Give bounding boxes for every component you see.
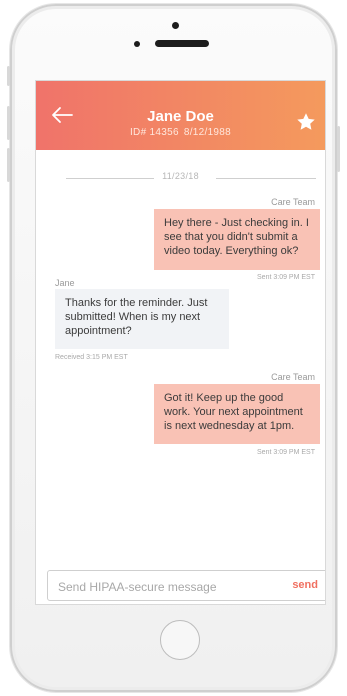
app-screen: Jane Doe ID# 14356 8/12/1988 11/23/18 Car…: [35, 80, 326, 605]
message-bubble-incoming: Thanks for the reminder. Just submitted!…: [55, 289, 229, 349]
message-sender: Care Team: [271, 372, 315, 382]
message-timestamp: Sent 3:09 PM EST: [257, 274, 315, 281]
date-divider-text: 11/23/18: [162, 171, 199, 181]
front-camera: [134, 41, 140, 47]
message-bubble-outgoing: Got it! Keep up the good work. Your next…: [154, 384, 320, 444]
message-input[interactable]: [56, 577, 270, 597]
earpiece-speaker: [155, 40, 209, 47]
date-divider-line-right: [216, 178, 316, 179]
date-divider: 11/23/18: [36, 171, 325, 185]
home-button[interactable]: [160, 620, 200, 660]
message-timestamp: Received 3:15 PM EST: [55, 354, 128, 361]
star-icon: [297, 113, 315, 130]
patient-dob: 8/12/1988: [183, 127, 232, 138]
favorite-button[interactable]: [295, 111, 317, 133]
sensor-dot: [172, 22, 179, 29]
chat-header: Jane Doe ID# 14356 8/12/1988: [36, 81, 325, 150]
patient-meta: ID# 14356 8/12/1988: [36, 127, 325, 138]
message-composer: send: [47, 570, 325, 601]
message-sender: Care Team: [271, 197, 315, 207]
volume-down-button: [7, 148, 10, 182]
volume-up-button: [7, 106, 10, 140]
mute-switch: [7, 66, 10, 86]
patient-name: Jane Doe: [147, 108, 214, 125]
patient-id: ID# 14356: [129, 127, 179, 138]
power-button: [337, 126, 340, 172]
send-button[interactable]: send: [292, 579, 318, 591]
message-bubble-outgoing: Hey there - Just checking in. I see that…: [154, 209, 320, 270]
message-sender: Jane: [55, 278, 75, 288]
message-timestamp: Sent 3:09 PM EST: [257, 449, 315, 456]
